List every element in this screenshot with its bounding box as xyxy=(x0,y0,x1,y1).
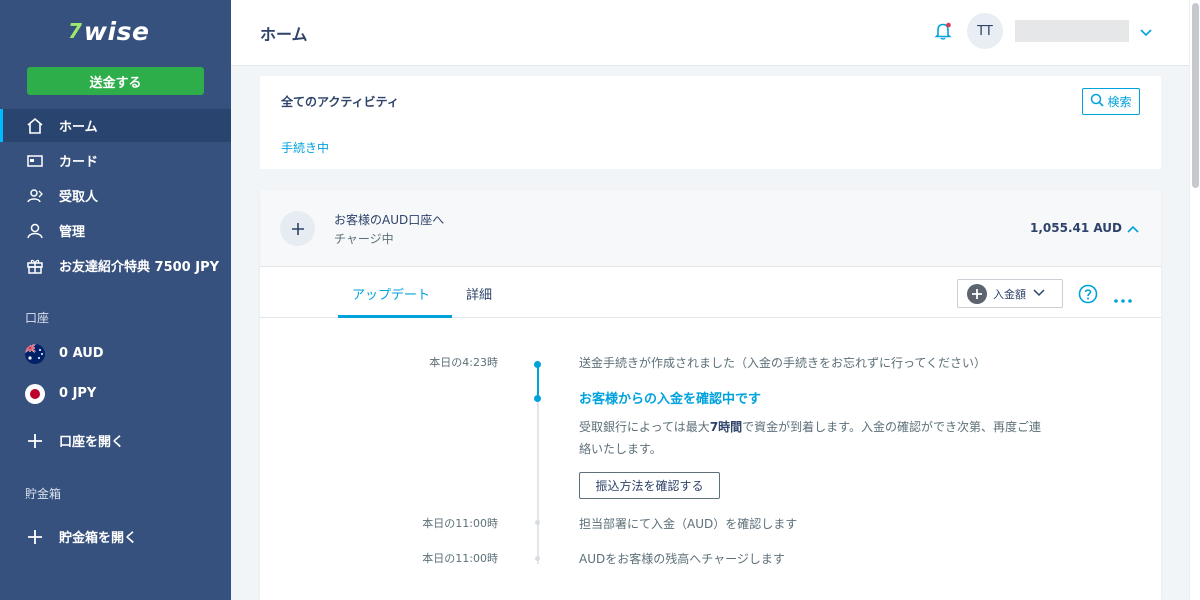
sidebar-item-label: カード xyxy=(59,155,99,170)
add-money-icon xyxy=(280,211,315,246)
sidebar-item-home[interactable]: ホーム xyxy=(0,109,231,142)
sidebar-item-label: お友達紹介特典 7500 JPY xyxy=(59,260,220,275)
plus-circle-icon xyxy=(967,283,987,304)
chevron-up-icon[interactable] xyxy=(1126,222,1140,236)
timeline-current-heading: お客様からの入金を確認中です xyxy=(579,392,762,407)
timeline-dot xyxy=(535,520,540,525)
open-account-label: 口座を開く xyxy=(59,435,125,450)
amount-dropdown-label: 入金額 xyxy=(993,287,1026,301)
sidebar-item-recipients[interactable]: 受取人 xyxy=(0,179,231,212)
home-icon xyxy=(25,116,45,136)
sidebar-item-label: 0 JPY xyxy=(59,386,97,401)
in-progress-link[interactable]: 手続き中 xyxy=(281,139,329,156)
gift-icon xyxy=(25,256,45,276)
timeline-event: AUDをお客様の残高へチャージします xyxy=(579,552,785,566)
timeline-time: 本日の11:00時 xyxy=(422,552,498,565)
timeline-time: 本日の4:23時 xyxy=(429,356,498,369)
wise-wordmark: wise xyxy=(83,16,150,46)
timeline-event: 送金手続きが作成されました（入金の手続きをお忘れずに行ってください） xyxy=(579,356,987,370)
page-title: ホーム xyxy=(260,25,308,44)
japan-flag-icon xyxy=(25,383,45,404)
timeline-current-description: 受取銀行によっては最大7時間で資金が到着します。入金の確認ができ次第、再度ご連絡… xyxy=(579,420,1041,456)
tab-details[interactable]: 詳細 xyxy=(466,284,492,303)
wise-logo[interactable]: 7 wise xyxy=(68,16,150,46)
top-bar: ホーム TT xyxy=(231,0,1189,66)
timeline-event: 担当部署にて入金（AUD）を確認します xyxy=(579,517,798,531)
sidebar-item-manage[interactable]: 管理 xyxy=(0,214,231,247)
search-label: 検索 xyxy=(1107,95,1132,109)
sidebar-item-card[interactable]: カード xyxy=(0,144,231,177)
chevron-down-icon xyxy=(1033,286,1045,301)
sidebar-item-label: 受取人 xyxy=(59,190,99,205)
timeline-progress-line xyxy=(537,364,539,399)
account-name-placeholder[interactable] xyxy=(1015,20,1129,42)
scrollbar-thumb[interactable] xyxy=(1192,3,1199,188)
timeline-dot xyxy=(535,556,540,561)
view-transfer-method-button[interactable]: 振込方法を確認する xyxy=(579,472,720,499)
bell-icon[interactable] xyxy=(933,21,953,41)
activity-title: 全てのアクティビティ xyxy=(281,95,399,109)
amount-dropdown[interactable]: 入金額 xyxy=(957,279,1063,308)
sidebar-item-label: ホーム xyxy=(59,120,98,135)
card-icon xyxy=(25,151,45,171)
open-account-button[interactable]: 口座を開く xyxy=(0,424,231,457)
timeline-line xyxy=(537,399,539,564)
activity-card: 全てのアクティビティ 検索 手続き中 xyxy=(260,76,1161,169)
transfer-card: お客様のAUD口座へ チャージ中 1,055.41 AUD アップデート 詳細 … xyxy=(260,190,1161,600)
transfer-title: お客様のAUD口座へ xyxy=(334,213,445,227)
sidebar-item-label: 0 AUD xyxy=(59,346,104,361)
plus-icon xyxy=(25,527,45,547)
recipients-icon xyxy=(25,186,45,206)
sidebar: 7 wise 送金する ホーム カード 受取人 管理 お友達紹介特典 7500 … xyxy=(0,0,231,600)
jars-section-label: 貯金箱 xyxy=(25,487,62,501)
timeline-dot-current xyxy=(534,395,541,402)
send-money-button[interactable]: 送金する xyxy=(27,67,204,95)
active-tab-indicator xyxy=(338,315,452,318)
more-options-icon[interactable] xyxy=(1113,290,1133,303)
australia-flag-icon xyxy=(25,343,45,364)
transfer-tabs: アップデート 詳細 入金額 xyxy=(260,268,1161,318)
search-icon xyxy=(1090,93,1105,110)
open-jar-label: 貯金箱を開く xyxy=(59,531,138,546)
transfer-status: チャージ中 xyxy=(334,232,394,246)
transfer-header[interactable]: お客様のAUD口座へ チャージ中 1,055.41 AUD xyxy=(260,190,1161,267)
avatar[interactable]: TT xyxy=(967,13,1003,49)
wise-flag-icon: 7 xyxy=(68,19,82,43)
chevron-down-icon[interactable] xyxy=(1139,24,1153,38)
plus-icon xyxy=(25,431,45,451)
tab-updates[interactable]: アップデート xyxy=(352,284,430,303)
timeline-dot xyxy=(534,361,541,368)
sidebar-item-aud-account[interactable]: 0 AUD xyxy=(0,337,231,370)
search-button[interactable]: 検索 xyxy=(1082,88,1140,115)
open-jar-button[interactable]: 貯金箱を開く xyxy=(0,520,231,553)
accounts-section-label: 口座 xyxy=(25,311,50,325)
scrollbar[interactable] xyxy=(1189,0,1200,600)
sidebar-item-label: 管理 xyxy=(59,225,86,240)
help-icon[interactable] xyxy=(1078,284,1098,304)
timeline-time: 本日の11:00時 xyxy=(422,517,498,530)
transfer-amount: 1,055.41 AUD xyxy=(1030,221,1123,235)
person-icon xyxy=(25,221,45,241)
sidebar-item-referral[interactable]: お友達紹介特典 7500 JPY xyxy=(0,249,231,282)
sidebar-item-jpy-account[interactable]: 0 JPY xyxy=(0,377,231,410)
